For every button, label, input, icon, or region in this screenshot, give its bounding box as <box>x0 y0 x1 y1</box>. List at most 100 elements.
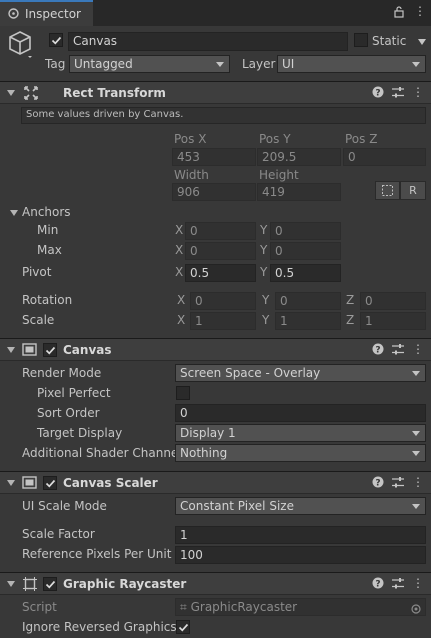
help-icon[interactable]: ? <box>372 343 384 358</box>
pixel-perfect-checkbox[interactable] <box>176 386 190 400</box>
shader-channels-label: Additional Shader Channels <box>22 446 188 460</box>
script-icon: ⌗ <box>180 600 187 614</box>
canvas-title: Canvas <box>63 343 112 357</box>
canvas-header[interactable]: Canvas ? ⋮ <box>0 338 431 361</box>
more-icon[interactable]: ⋮ <box>412 475 424 489</box>
anchor-max-x-axis: X <box>175 243 184 257</box>
help-icon[interactable]: ? <box>372 577 384 592</box>
rotation-z-axis: Z <box>346 293 355 307</box>
foldout-icon[interactable] <box>7 90 15 96</box>
shader-channels-value: Nothing <box>180 446 228 460</box>
pivot-x-axis: X <box>175 265 184 279</box>
ignore-reversed-checkbox[interactable] <box>176 620 190 634</box>
rect-transform-header[interactable]: Rect Transform ? ⋮ <box>0 81 431 104</box>
canvas-scaler-enabled-checkbox[interactable] <box>43 476 57 490</box>
anchor-min-x-field: 0 <box>185 222 256 240</box>
chevron-down-icon <box>412 504 420 509</box>
script-label: Script <box>22 600 57 614</box>
scale-z-field: 1 <box>360 312 426 330</box>
rotation-x-field: 0 <box>190 292 256 310</box>
object-name-input[interactable]: Canvas <box>68 32 348 51</box>
canvas-scaler-title: Canvas Scaler <box>63 476 158 490</box>
more-icon[interactable]: ⋮ <box>412 342 424 356</box>
render-mode-dropdown[interactable]: Screen Space - Overlay <box>175 364 426 382</box>
target-display-value: Display 1 <box>180 426 236 440</box>
raw-edit-label: R <box>409 184 417 197</box>
width-field: 906 <box>172 183 256 201</box>
scale-y-axis: Y <box>262 313 270 327</box>
graphic-raycaster-header[interactable]: Graphic Raycaster ? ⋮ <box>0 572 431 595</box>
graphic-raycaster-title: Graphic Raycaster <box>63 577 187 591</box>
tag-value: Untagged <box>74 57 133 71</box>
scale-y-field: 1 <box>275 312 341 330</box>
preset-icon[interactable] <box>392 477 404 491</box>
raw-edit-button[interactable]: R <box>400 181 426 200</box>
active-checkbox[interactable] <box>49 33 63 47</box>
lock-icon[interactable] <box>394 6 404 21</box>
anchor-min-y-field: 0 <box>270 222 341 240</box>
static-dropdown-icon[interactable] <box>418 39 426 45</box>
canvas-enabled-checkbox[interactable] <box>43 343 57 357</box>
tab-inspector[interactable]: Inspector <box>0 0 93 26</box>
more-icon[interactable]: ⋮ <box>412 576 424 590</box>
static-label: Static <box>372 34 407 48</box>
scale-factor-input[interactable]: 1 <box>175 526 426 544</box>
gameobject-icon <box>8 30 34 61</box>
svg-text:?: ? <box>375 580 380 590</box>
pos-x-field: 453 <box>172 148 256 166</box>
sort-order-input[interactable]: 0 <box>175 404 426 422</box>
more-icon[interactable]: ⋮ <box>412 85 424 99</box>
render-mode-value: Screen Space - Overlay <box>180 366 321 380</box>
tag-dropdown[interactable]: Untagged <box>69 55 230 73</box>
foldout-icon[interactable] <box>7 480 15 486</box>
anchor-max-y-axis: Y <box>260 243 268 257</box>
foldout-icon[interactable] <box>7 347 15 353</box>
pivot-x-field[interactable]: 0.5 <box>185 264 256 282</box>
object-picker-icon[interactable] <box>411 602 421 615</box>
foldout-icon[interactable] <box>7 581 15 587</box>
anchors-foldout-icon[interactable] <box>10 210 18 216</box>
driven-info-text: Some values driven by Canvas. <box>26 109 184 120</box>
pivot-y-axis: Y <box>260 265 268 279</box>
layer-label: Layer <box>242 57 276 71</box>
rect-transform-title: Rect Transform <box>63 86 166 100</box>
canvas-scaler-header[interactable]: Canvas Scaler ? ⋮ <box>0 471 431 494</box>
script-field: ⌗ GraphicRaycaster <box>175 598 426 616</box>
pivot-y-field[interactable]: 0.5 <box>270 264 341 282</box>
chevron-down-icon <box>412 451 420 456</box>
driven-info-box: Some values driven by Canvas. <box>21 107 426 124</box>
canvas-icon <box>22 343 37 359</box>
preset-icon[interactable] <box>392 578 404 592</box>
rotation-y-field: 0 <box>275 292 341 310</box>
ref-ppu-input[interactable]: 100 <box>175 546 426 564</box>
anchor-min-label: Min <box>37 223 59 237</box>
height-field: 419 <box>257 183 341 201</box>
more-icon[interactable]: ⋮ <box>414 4 426 18</box>
target-display-dropdown[interactable]: Display 1 <box>175 424 426 442</box>
shader-channels-dropdown[interactable]: Nothing <box>175 444 426 462</box>
anchor-min-x-axis: X <box>175 223 184 237</box>
scale-factor-label: Scale Factor <box>22 527 95 541</box>
tab-label: Inspector <box>25 7 81 21</box>
ref-ppu-label: Reference Pixels Per Unit <box>22 547 172 561</box>
target-display-label: Target Display <box>37 426 123 440</box>
blueprint-icon <box>382 185 393 196</box>
preset-icon[interactable] <box>392 87 404 101</box>
canvas-scaler-icon <box>22 476 37 492</box>
anchor-max-x-field: 0 <box>185 242 256 260</box>
help-icon[interactable]: ? <box>372 476 384 491</box>
blueprint-button[interactable] <box>375 181 400 200</box>
height-label: Height <box>259 168 299 182</box>
anchor-max-y-field: 0 <box>270 242 341 260</box>
raycaster-enabled-checkbox[interactable] <box>43 577 57 591</box>
help-icon[interactable]: ? <box>372 86 384 101</box>
ui-scale-mode-dropdown[interactable]: Constant Pixel Size <box>175 497 426 515</box>
scale-x-field: 1 <box>190 312 256 330</box>
width-label: Width <box>174 168 209 182</box>
preset-icon[interactable] <box>392 344 404 358</box>
rotation-label: Rotation <box>22 293 73 307</box>
layer-dropdown[interactable]: UI <box>277 55 426 73</box>
static-checkbox[interactable] <box>354 33 368 47</box>
ui-scale-mode-label: UI Scale Mode <box>22 499 107 513</box>
chevron-down-icon <box>412 431 420 436</box>
